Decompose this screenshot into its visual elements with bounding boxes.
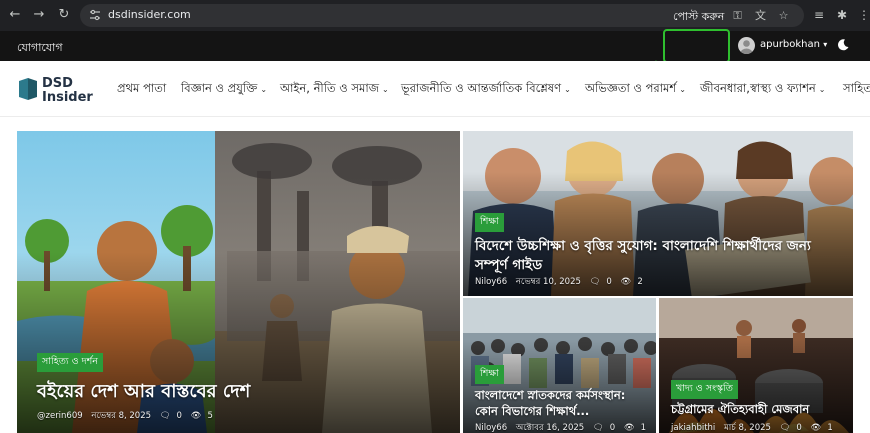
comment-count: 0 [176,411,182,421]
username-label: apurbokhan [760,39,820,50]
site-logo[interactable]: DSD Insider [19,76,93,106]
logo-mark-icon [19,78,37,100]
category-badge[interactable]: সাহিত্য ও দর্শন [37,353,103,372]
post-author[interactable]: Niloy66 [475,277,507,287]
featured-post-large[interactable]: সাহিত্য ও দর্শন বইয়ের দেশ আর বাস্তবের দ… [17,131,460,433]
post-author[interactable]: @zerin609 [37,411,83,421]
url-text[interactable]: dsdinsider.com [108,8,191,22]
nav-item-geopolitics[interactable]: ভূরাজনীতি ও আন্তর্জাতিক বিশ্লেষণ ⌄ [401,80,571,99]
translate-icon[interactable]: 文 [753,8,768,23]
nav-item-law-policy-society[interactable]: আইন, নীতি ও সমাজ ⌄ [280,80,389,99]
view-count: 1 [640,423,647,433]
comment-count: 0 [796,423,802,433]
nav-item-lifestyle[interactable]: জীবনধারা,স্বাস্থ্য ও ফ্যাশন ⌄ [700,80,825,99]
category-badge[interactable]: খাদ্য ও সংস্কৃতি [671,380,738,399]
featured-post-top-right[interactable]: শিক্ষা বিদেশে উচ্চশিক্ষা ও বৃত্তির সুযোগ… [463,131,853,296]
forward-icon[interactable]: → [30,6,48,24]
post-date: অক্টোবর 16, 2025 [515,423,585,433]
password-key-icon[interactable]: ⚿ [730,8,745,23]
eye-icon: 👁 [190,411,202,421]
featured-post-bottom-right[interactable]: খাদ্য ও সংস্কৃতি চট্টগ্রামের ঐতিহ্যবাহী … [659,298,853,433]
eye-icon: 👁 [623,423,635,433]
post-title[interactable]: চট্টগ্রামের ঐতিহ্যবাহী মেজবান [671,401,809,420]
chevron-down-icon: ⌄ [260,85,268,94]
featured-post-bottom-left[interactable]: শিক্ষা বাংলাদেশে স্নাতকদের কর্মসংস্থান: … [463,298,656,433]
post-meta: @zerin609 নভেম্বর 8, 2025 🗨 0 👁 5 [37,409,219,423]
chevron-down-icon: ⌄ [564,85,571,94]
post-date: নভেম্বর 10, 2025 [515,277,581,287]
chevron-down-icon: ⌄ [382,85,389,94]
nav-item-science-tech[interactable]: বিজ্ঞান ও প্রযুক্তি ⌄ [181,80,267,99]
reload-icon[interactable]: ↻ [55,6,73,24]
chevron-down-icon: ⌄ [818,85,826,94]
user-menu[interactable]: apurbokhan ▾ [760,39,827,50]
site-info-icon[interactable] [88,8,102,22]
logo-text-line1: DSD [42,76,73,91]
comment-icon: 🗨 [592,423,604,433]
post-meta: Niloy66 নভেম্বর 10, 2025 🗨 0 👁 2 [475,275,649,289]
browser-toolbar: ← → ↻ dsdinsider.com ⚿ 文 ☆ ≡ ✱ ⋮ [0,0,870,31]
moon-icon[interactable] [836,38,850,52]
eye-icon: 👁 [810,423,822,433]
post-title[interactable]: বইয়ের দেশ আর বাস্তবের দেশ [37,377,250,408]
view-count: 1 [827,423,833,433]
eye-icon: 👁 [620,277,632,287]
main-navigation: DSD Insider প্রথম পাতা বিজ্ঞান ও প্রযুক্… [0,61,870,117]
comment-count: 0 [609,423,616,433]
post-date: নভেম্বর 8, 2025 [91,411,152,421]
nav-item-experience-advice[interactable]: অভিজ্ঞতা ও পরামর্শ ⌄ [585,80,686,99]
post-author[interactable]: Niloy66 [475,423,507,433]
post-button[interactable]: পোস্ট করুন [673,8,724,27]
chevron-down-icon: ▾ [823,40,828,49]
view-count: 2 [637,277,643,287]
avatar[interactable] [738,37,755,54]
chevron-down-icon: ⌄ [679,85,686,94]
menu-icon[interactable]: ⋮ [855,6,870,24]
view-count: 5 [207,411,213,421]
contact-link[interactable]: যোগাযোগ [17,39,63,58]
comment-count: 0 [606,277,612,287]
comment-icon: 🗨 [159,411,171,421]
back-icon[interactable]: ← [6,6,24,24]
post-meta: Niloy66 অক্টোবর 16, 2025 🗨 0 👁 1 [475,421,652,433]
post-title-line2[interactable]: কোন বিভাগের শিক্ষার্থ... [475,403,589,422]
category-badge[interactable]: শিক্ষা [475,365,504,384]
logo-text-line2: Insider [42,90,93,105]
bookmark-star-icon[interactable]: ☆ [776,8,791,23]
post-title-line2[interactable]: সম্পূর্ণ গাইড [475,254,542,277]
post-date: মার্চ 8, 2025 [724,423,771,433]
nav-item-home[interactable]: প্রথম পাতা [117,80,166,99]
post-author[interactable]: jakiahbithi [671,423,715,433]
nav-item-literature[interactable]: সাহিত্য [843,80,870,99]
comment-icon: 🗨 [779,423,791,433]
extension-icon[interactable]: ✱ [833,6,851,24]
post-meta: jakiahbithi মার্চ 8, 2025 🗨 0 👁 1 [671,421,839,433]
comment-icon: 🗨 [589,277,601,287]
reading-list-icon[interactable]: ≡ [810,6,828,24]
category-badge[interactable]: শিক্ষা [475,213,504,232]
